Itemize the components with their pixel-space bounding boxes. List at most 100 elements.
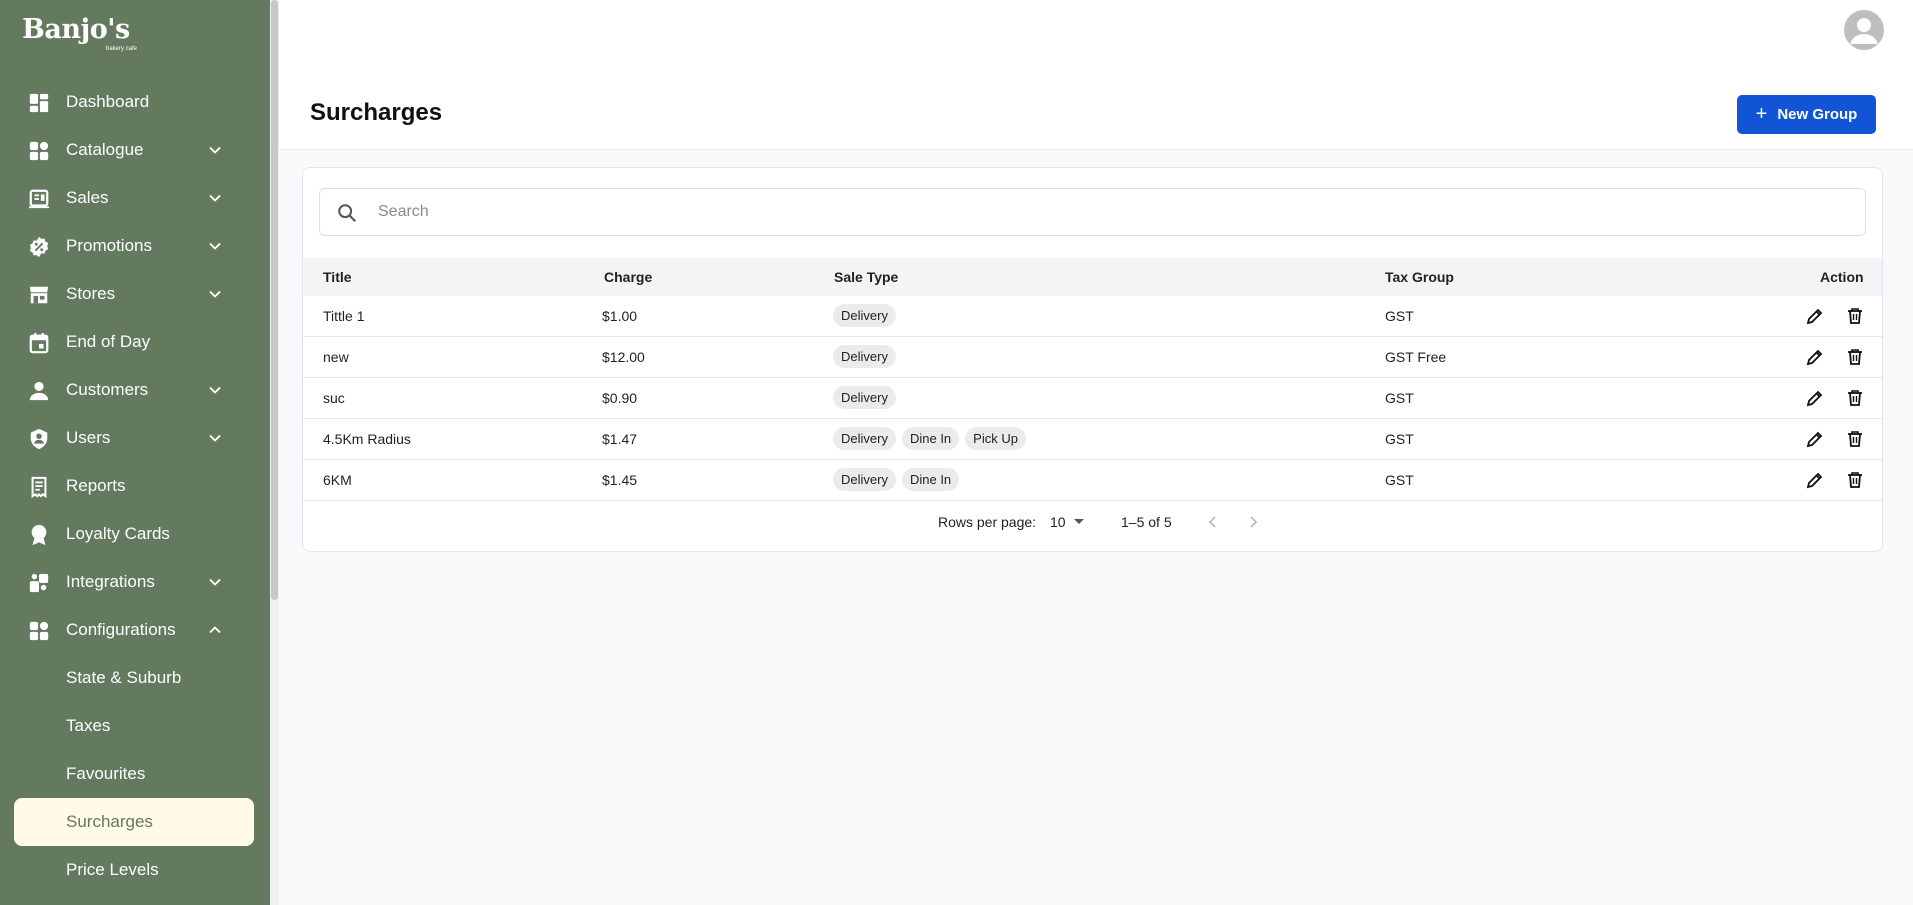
new-group-button-label: New Group [1777,106,1858,123]
avatar[interactable] [1844,10,1884,50]
chevron-down-icon [209,146,221,154]
sidebar-subitem-label: Price Levels [66,860,159,879]
sidebar-item-label: Loyalty Cards [66,524,170,543]
cell-title: 4.5Km Radius [323,431,411,447]
sidebar-item-promotions[interactable]: Promotions [14,222,254,270]
edit-pencil-icon[interactable] [1805,470,1825,490]
sidebar-subitem-favourites[interactable]: Favourites [14,750,254,798]
search-input[interactable] [378,189,1848,235]
sidebar-item-label: End of Day [66,332,151,351]
new-group-button[interactable]: + New Group [1737,95,1876,134]
delete-trash-icon[interactable] [1845,347,1865,367]
sidebar-item-end-of-day[interactable]: End of Day [14,318,254,366]
percent-badge-icon [29,236,49,258]
table-row[interactable]: Tittle 1 $1.00 Delivery GST [303,296,1882,337]
column-header-title[interactable]: Title [323,269,352,285]
configurations-icon [29,621,49,641]
table-row[interactable]: suc $0.90 Delivery GST [303,378,1882,419]
sidebar-nav: Dashboard Catalogue Sales Promotions Sto… [14,78,254,894]
sidebar-subitem-price-levels[interactable]: Price Levels [14,846,254,894]
chevron-down-icon [209,242,221,250]
rows-per-page-label: Rows per page: [938,514,1037,530]
column-header-charge[interactable]: Charge [604,269,652,285]
dashboard-icon [29,93,49,113]
sale-type-chips: Delivery [833,304,896,327]
catalogue-icon [29,141,49,161]
pagination: Rows per page: 10 1–5 of 5 [303,502,1882,542]
rows-per-page-select[interactable]: 10 [1050,514,1066,530]
brand-logo[interactable]: Banjo's bakery cafe [22,16,142,58]
delete-trash-icon[interactable] [1845,470,1865,490]
sidebar-item-configurations[interactable]: Configurations [14,606,254,654]
sidebar-item-label: Reports [66,476,126,495]
cell-tax-group: GST Free [1385,349,1447,365]
table-row[interactable]: 4.5Km Radius $1.47 Delivery Dine In Pick… [303,419,1882,460]
sidebar-item-catalogue[interactable]: Catalogue [14,126,254,174]
shield-user-icon [30,428,48,450]
sidebar-subitem-taxes[interactable]: Taxes [14,702,254,750]
sidebar-item-label: Promotions [66,236,152,255]
cell-charge: $1.47 [602,431,638,447]
sidebar-item-dashboard[interactable]: Dashboard [14,78,254,126]
cell-title: new [323,349,349,365]
cell-title: suc [323,390,345,406]
sidebar-item-users[interactable]: Users [14,414,254,462]
column-header-tax-group[interactable]: Tax Group [1385,269,1454,285]
integration-icon [29,573,49,593]
top-bar: Surcharges + New Group [279,0,1913,150]
sidebar-item-customers[interactable]: Customers [14,366,254,414]
sale-type-chip: Delivery [833,386,896,409]
edit-pencil-icon[interactable] [1805,347,1825,367]
person-icon [29,381,49,401]
sidebar-item-reports[interactable]: Reports [14,462,254,510]
cell-tax-group: GST [1385,308,1414,324]
dropdown-arrow-icon[interactable] [1074,519,1084,524]
receipt-icon [31,476,47,498]
sidebar-item-label: Users [66,428,111,447]
sale-type-chip: Delivery [833,304,896,327]
store-icon [29,286,49,304]
sidebar-item-label: Catalogue [66,140,144,159]
search-box[interactable] [319,188,1866,236]
sidebar-item-integrations[interactable]: Integrations [14,558,254,606]
sales-icon [28,189,50,209]
cell-charge: $1.00 [602,308,638,324]
chevron-right-icon[interactable] [1243,512,1263,532]
sidebar-item-stores[interactable]: Stores [14,270,254,318]
column-header-sale-type[interactable]: Sale Type [834,269,898,285]
sidebar-subitem-label: Surcharges [66,812,153,831]
chevron-down-icon [209,194,221,202]
sidebar: Banjo's bakery cafe Dashboard Catalogue … [0,0,270,905]
table-row[interactable]: 6KM $1.45 Delivery Dine In GST [303,460,1882,501]
sidebar-subitem-label: Taxes [66,716,111,735]
sidebar-subitem-label: State & Suburb [66,668,182,687]
calendar-icon [29,332,49,354]
cell-title: 6KM [323,472,352,488]
chevron-left-icon[interactable] [1203,512,1223,532]
sidebar-scrollbar[interactable] [270,0,279,905]
sidebar-item-label: Configurations [66,620,176,639]
delete-trash-icon[interactable] [1845,306,1865,326]
page-title: Surcharges [310,99,443,126]
edit-pencil-icon[interactable] [1805,429,1825,449]
surcharges-card: Title Charge Sale Type Tax Group Action … [302,167,1883,552]
edit-pencil-icon[interactable] [1805,388,1825,408]
sale-type-chip: Dine In [901,468,960,491]
table-row[interactable]: new $12.00 Delivery GST Free [303,337,1882,378]
sidebar-subitem-surcharges[interactable]: Surcharges [14,798,254,846]
sidebar-item-sales[interactable]: Sales [14,174,254,222]
delete-trash-icon[interactable] [1845,388,1865,408]
logo-text: Banjo's [22,14,130,45]
sale-type-chip: Delivery [833,468,896,491]
sidebar-item-loyalty-cards[interactable]: Loyalty Cards [14,510,254,558]
sidebar-item-label: Sales [66,188,109,207]
delete-trash-icon[interactable] [1845,429,1865,449]
cell-tax-group: GST [1385,390,1414,406]
column-header-action: Action [1820,269,1864,285]
chevron-down-icon [209,290,221,298]
sidebar-scrollbar-thumb[interactable] [271,0,278,600]
sidebar-subitem-state-suburb[interactable]: State & Suburb [14,654,254,702]
edit-pencil-icon[interactable] [1805,306,1825,326]
search-icon [338,204,357,223]
cell-tax-group: GST [1385,431,1414,447]
